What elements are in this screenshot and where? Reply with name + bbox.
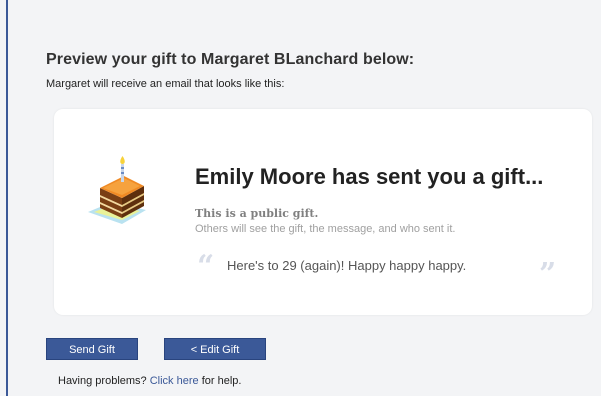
open-quote-icon: “ <box>197 249 215 284</box>
preview-headline: Emily Moore has sent you a gift... <box>195 164 544 189</box>
gift-message: Here's to 29 (again)! Happy happy happy. <box>227 258 467 273</box>
page-subtitle: Margaret will receive an email that look… <box>46 78 285 90</box>
edit-gift-button[interactable]: < Edit Gift <box>164 338 266 360</box>
help-prefix: Having problems? <box>58 375 147 387</box>
page-title: Preview your gift to Margaret BLanchard … <box>46 51 415 68</box>
help-line: Having problems? Click here for help. <box>58 375 241 387</box>
birthday-cake-icon <box>84 156 156 232</box>
close-quote-icon: ” <box>539 257 557 292</box>
help-link[interactable]: Click here <box>150 375 199 387</box>
send-gift-button[interactable]: Send Gift <box>46 338 138 360</box>
email-preview-card: Emily Moore has sent you a gift... This … <box>54 109 592 315</box>
help-suffix: for help. <box>201 375 242 387</box>
public-gift-description: Others will see the gift, the message, a… <box>195 223 456 235</box>
gift-preview-page: Preview your gift to Margaret BLanchard … <box>0 0 601 396</box>
public-gift-label: This is a public gift. <box>195 207 319 220</box>
left-divider <box>6 0 8 396</box>
